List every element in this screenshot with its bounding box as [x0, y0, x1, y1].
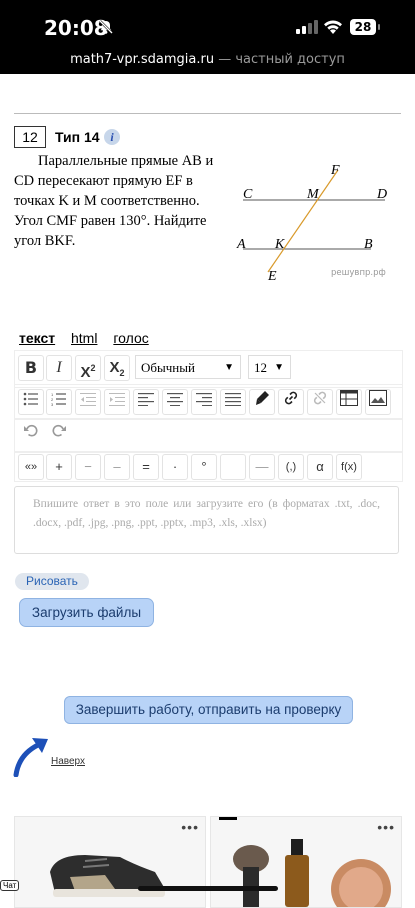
sup-label: X [80, 364, 91, 381]
label-d: D [376, 187, 387, 202]
bold-icon[interactable]: B [18, 355, 44, 381]
tab-text[interactable]: текст [19, 330, 55, 346]
label-b: B [364, 237, 373, 252]
insert-image-icon[interactable] [365, 389, 391, 415]
numbered-list-icon[interactable]: 123 [46, 389, 72, 415]
svg-text:3: 3 [51, 402, 54, 406]
brackets-button[interactable]: (,) [278, 454, 304, 480]
em-dash-button[interactable]: — [249, 454, 275, 480]
sneaker-image [50, 855, 165, 897]
indent-icon[interactable] [104, 389, 130, 415]
muted-bell-icon [98, 19, 114, 38]
font-size-select[interactable]: 12 ▼ [248, 355, 291, 379]
label-e: E [267, 269, 277, 284]
home-indicator [138, 886, 278, 891]
undo-icon[interactable] [18, 421, 44, 447]
bullet-list-icon[interactable] [18, 389, 44, 415]
label-a: A [236, 237, 246, 252]
cellular-signal-icon [296, 20, 318, 34]
status-bar: 20:08 28 math7-vpr.sdamgia.ru — частный … [0, 0, 415, 74]
address-access: частный доступ [235, 52, 345, 67]
to-top-link[interactable]: Наверх [51, 756, 85, 767]
chat-button[interactable]: Чат [0, 880, 20, 891]
task-number: 12 [14, 126, 46, 148]
font-size-value: 12 [254, 360, 267, 375]
degree-button[interactable]: ° [191, 454, 217, 480]
label-c: C [243, 187, 253, 202]
line-ef [267, 169, 339, 273]
redo-icon[interactable] [46, 421, 72, 447]
sub-mark: 2 [119, 368, 125, 378]
format-select-value: Обычный [141, 360, 195, 375]
quotes-button[interactable]: «» [18, 454, 44, 480]
upload-files-button[interactable]: Загрузить файлы [19, 598, 154, 627]
arrow-up-icon[interactable] [12, 733, 52, 777]
sub-label: X [109, 359, 120, 376]
outdent-icon[interactable] [75, 389, 101, 415]
answer-input[interactable]: Впишите ответ в это поле или загрузите е… [14, 486, 399, 554]
unlink-icon[interactable] [307, 389, 333, 415]
address-domain: math7-vpr.sdamgia.ru [70, 52, 215, 67]
ad-card-cosmetics[interactable]: ••• [210, 816, 402, 908]
wifi-icon [323, 19, 343, 35]
format-select[interactable]: Обычный ▼ [135, 355, 241, 379]
answer-placeholder: Впишите ответ в это поле или загрузите е… [33, 498, 380, 529]
info-icon[interactable]: i [104, 129, 120, 145]
dot-button[interactable]: · [162, 454, 188, 480]
subscript-icon[interactable]: X2 [104, 355, 130, 381]
align-center-icon[interactable] [162, 389, 188, 415]
space-button[interactable] [220, 454, 246, 480]
editor-tabs: текст html голос [19, 330, 161, 346]
label-k: K [274, 237, 285, 252]
alpha-button[interactable]: α [307, 454, 333, 480]
cosmetics-image [233, 839, 391, 907]
more-icon[interactable]: ••• [377, 819, 395, 835]
equals-button[interactable]: = [133, 454, 159, 480]
ad-card-shoes[interactable]: ••• [14, 816, 206, 908]
geometry-figure: F C M D A K B E решувпр.рф [236, 163, 387, 284]
label-m: M [306, 187, 320, 202]
plus-button[interactable]: + [46, 454, 72, 480]
tab-voice[interactable]: голос [113, 330, 148, 346]
problem-text: Параллельные прямые AB и CD пересекают п… [14, 153, 214, 249]
watermark: решувпр.рф [331, 268, 386, 278]
minus-button[interactable]: − [75, 454, 101, 480]
insert-table-icon[interactable] [336, 389, 362, 415]
bold-label: B [24, 358, 38, 377]
tab-html[interactable]: html [71, 330, 97, 346]
link-icon[interactable] [278, 389, 304, 415]
align-justify-icon[interactable] [220, 389, 246, 415]
more-icon[interactable]: ••• [181, 819, 199, 835]
sup-mark: 2 [90, 363, 96, 373]
ad-marker [219, 817, 237, 820]
toolbar-row [14, 418, 403, 452]
superscript-icon[interactable]: X2 [75, 355, 101, 381]
task-type: Тип 14 [55, 129, 100, 145]
italic-label: I [56, 359, 62, 376]
align-left-icon[interactable] [133, 389, 159, 415]
chevron-down-icon: ▼ [274, 362, 284, 373]
battery-indicator: 28 [350, 19, 380, 35]
divider [14, 113, 401, 114]
address-bar[interactable]: math7-vpr.sdamgia.ru — частный доступ [0, 52, 415, 67]
highlight-icon[interactable] [249, 389, 275, 415]
finish-submit-button[interactable]: Завершить работу, отправить на проверку [64, 696, 353, 724]
function-button[interactable]: f(x) [336, 454, 362, 480]
align-right-icon[interactable] [191, 389, 217, 415]
italic-icon[interactable]: I [46, 355, 72, 381]
en-dash-button[interactable]: – [104, 454, 130, 480]
draw-button[interactable]: Рисовать [15, 573, 89, 590]
chevron-down-icon: ▼ [224, 362, 234, 373]
address-separator: — [214, 52, 236, 67]
label-f: F [330, 163, 340, 178]
